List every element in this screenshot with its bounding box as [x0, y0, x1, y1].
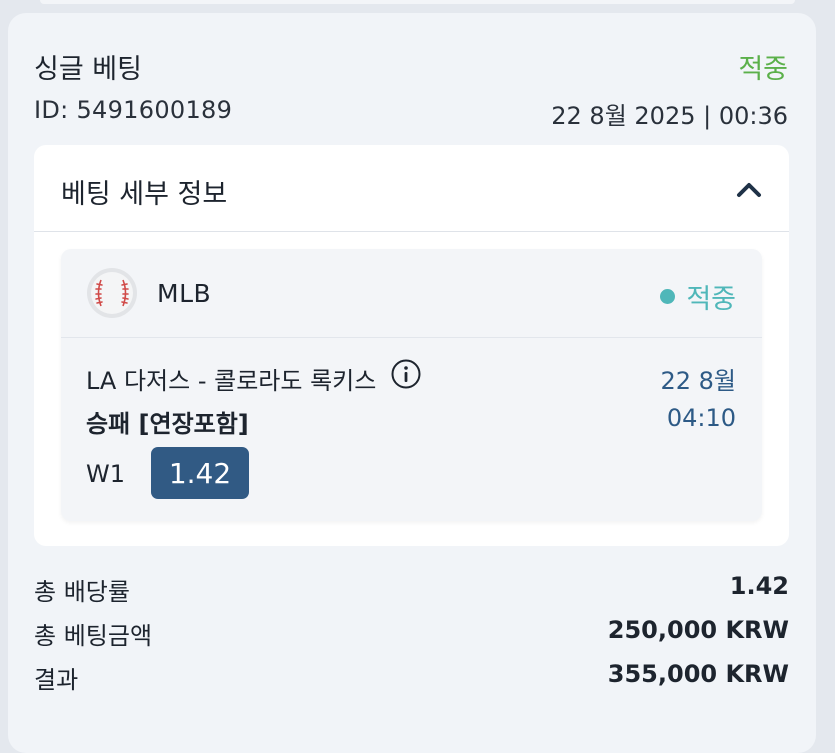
bet-details-header[interactable]: 베팅 세부 정보: [34, 145, 789, 232]
baseball-icon: [87, 268, 137, 318]
summary-result: 결과 355,000 KRW: [34, 660, 789, 700]
event-card: MLB 적중 LA 다저스 - 콜로라도 록키스 22 8월 승패 [연장포함]…: [61, 249, 762, 521]
market-name: 승패 [연장포함]: [86, 410, 249, 438]
bet-details-title: 베팅 세부 정보: [61, 179, 228, 210]
bet-id: ID: 5491600189: [34, 96, 233, 124]
match-name[interactable]: LA 다저스 - 콜로라도 록키스: [86, 361, 376, 396]
result-value: 355,000 KRW: [607, 660, 789, 688]
odds-badge: 1.42: [151, 447, 249, 499]
total-odds-label: 총 배당률: [34, 578, 130, 606]
result-label: 결과: [34, 666, 79, 694]
top-strip: [0, 0, 835, 8]
match-time: 04:10: [666, 404, 736, 432]
previous-card-edge: [40, 0, 795, 4]
total-odds-value: 1.42: [729, 572, 789, 600]
event-status: 적중: [660, 277, 736, 316]
bet-status: 적중: [738, 54, 788, 85]
summary-total-odds: 총 배당률 1.42: [34, 572, 789, 612]
total-stake-value: 250,000 KRW: [607, 616, 789, 644]
bet-title: 싱글 베팅: [34, 54, 142, 85]
match-date: 22 8월: [660, 367, 736, 395]
bet-details-panel: 베팅 세부 정보 MLB 적중 LA 다저스 - 콜로라도 록키스 22 8월 …: [34, 145, 789, 546]
info-icon[interactable]: [390, 358, 422, 390]
event-status-label: 적중: [686, 284, 736, 315]
status-dot-icon: [660, 289, 676, 304]
total-stake-label: 총 베팅금액: [34, 622, 153, 650]
event-header: MLB 적중: [61, 249, 762, 338]
bet-datetime: 22 8월 2025 | 00:36: [551, 102, 788, 130]
chevron-up-icon[interactable]: [735, 177, 763, 201]
summary-total-stake: 총 베팅금액 250,000 KRW: [34, 616, 789, 656]
league-name: MLB: [157, 279, 212, 308]
selection-label: W1: [86, 460, 125, 488]
